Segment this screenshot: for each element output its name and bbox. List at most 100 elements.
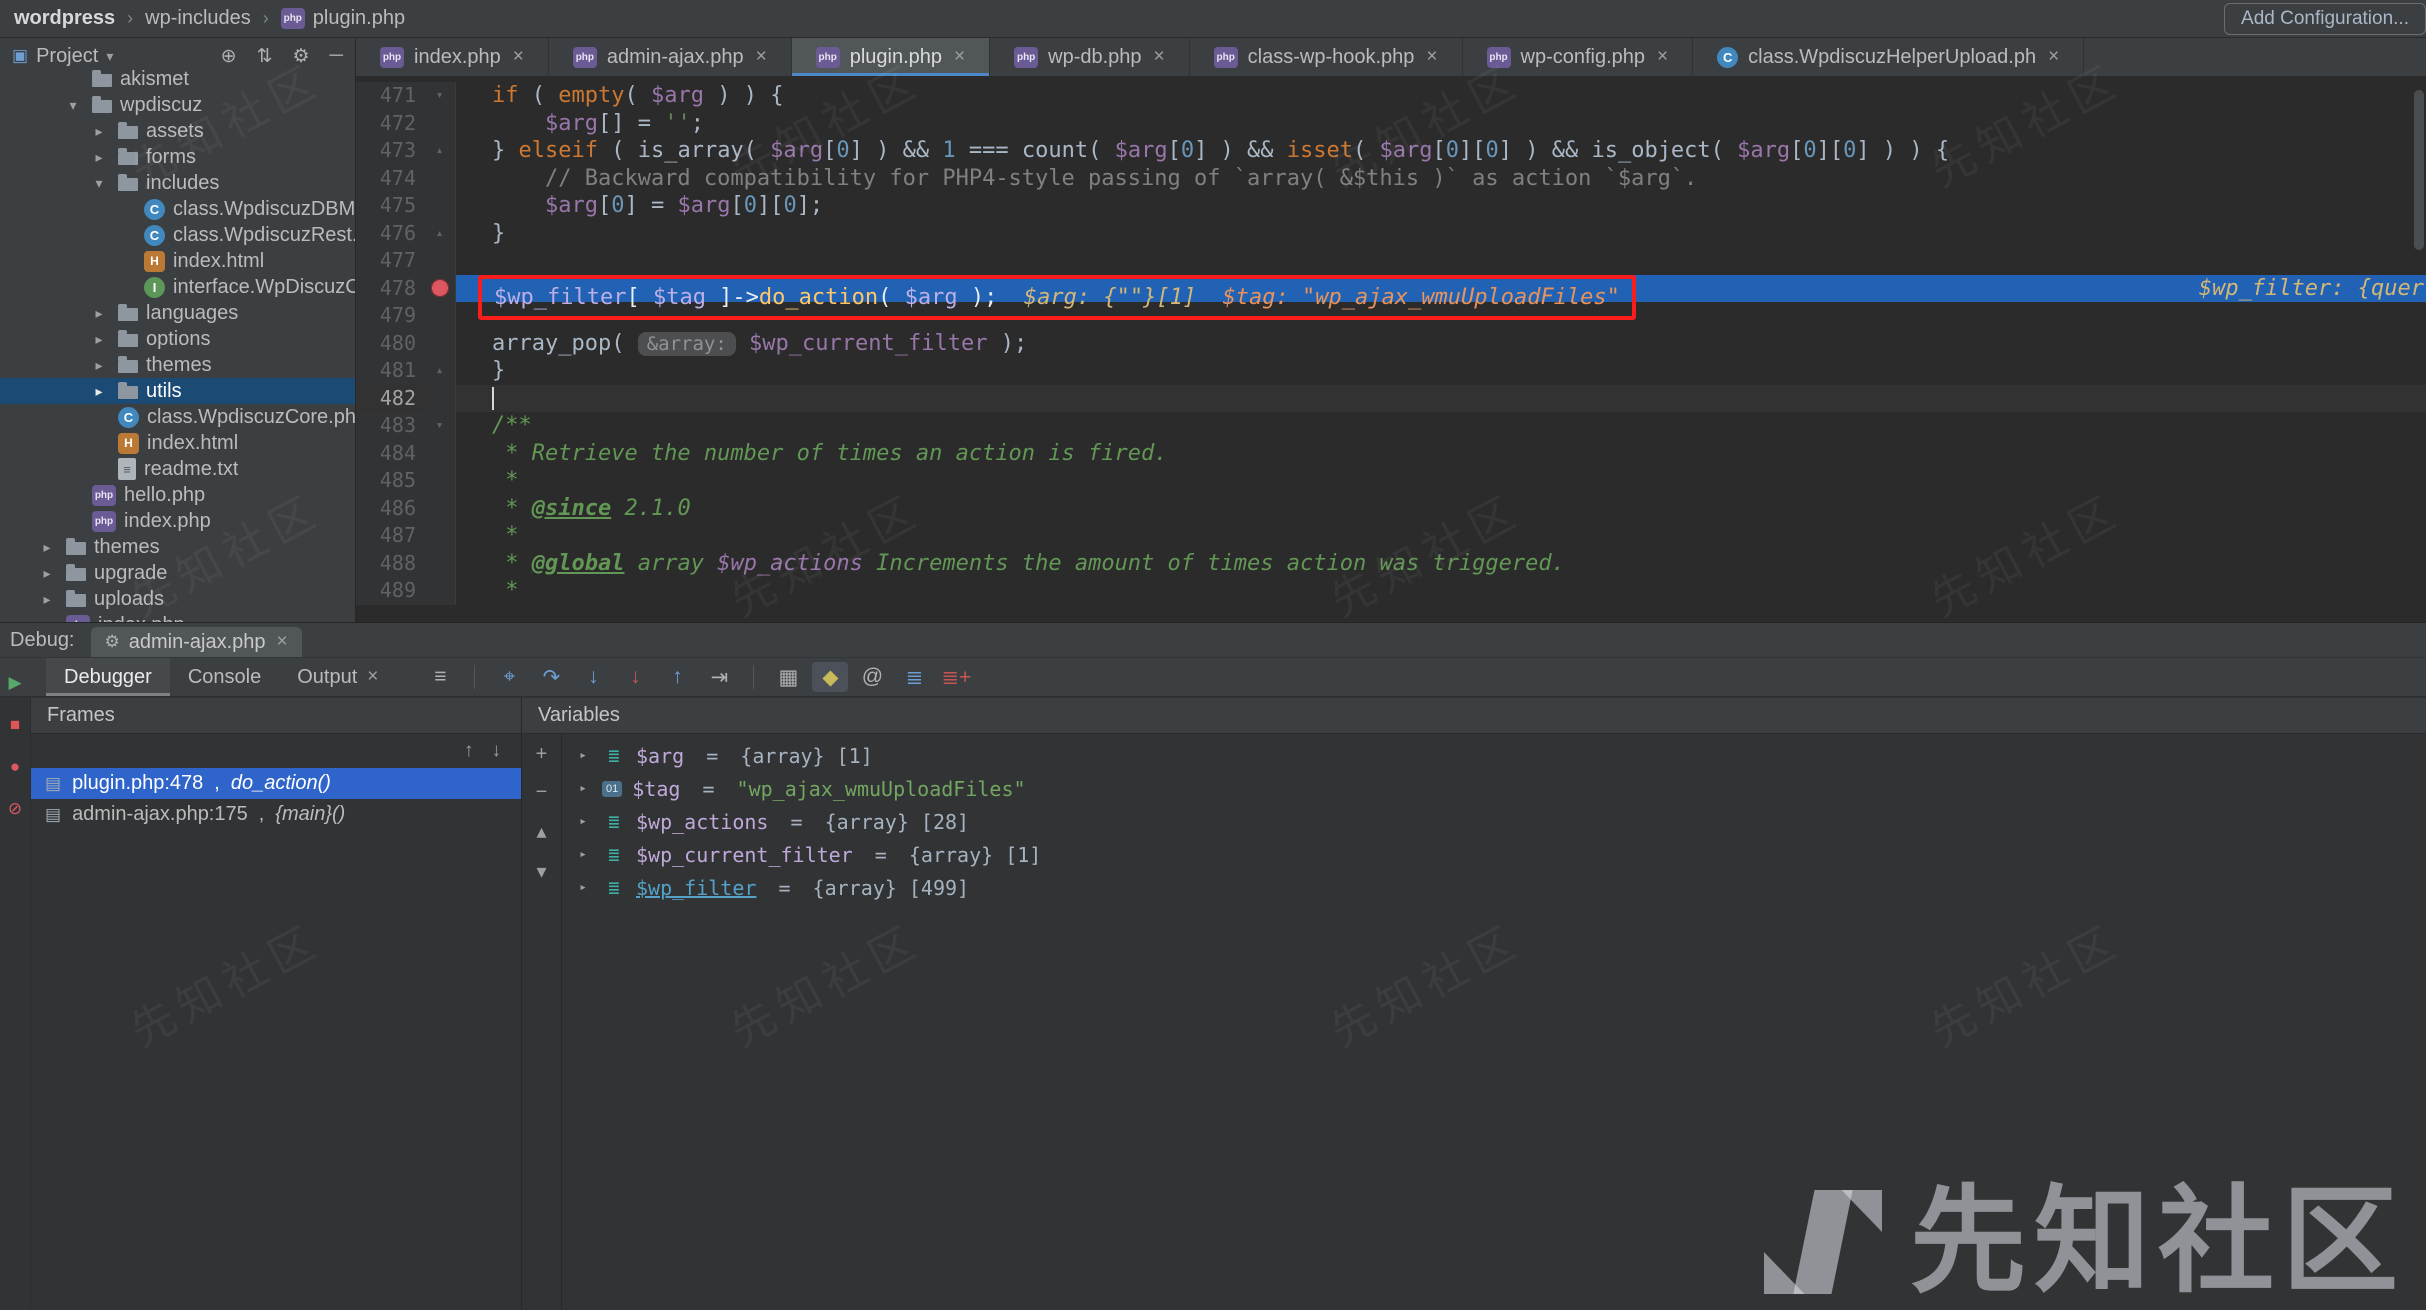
close-tab-icon[interactable]: ×: [1154, 46, 1165, 68]
close-session-icon[interactable]: ×: [277, 631, 288, 653]
code-line-485[interactable]: 485 *: [356, 467, 2426, 495]
scrollbar-thumb[interactable]: [2414, 90, 2424, 250]
variable-row-wp-actions[interactable]: ▸≣$wp_actions = {array} [28]: [562, 805, 2426, 838]
tree-expand-arrow-icon[interactable]: ▸: [88, 331, 110, 348]
variable-row-arg[interactable]: ▸≣$arg = {array} [1]: [562, 739, 2426, 772]
fold-marker-icon[interactable]: [424, 522, 456, 550]
add-watch-icon[interactable]: +: [536, 743, 548, 766]
scroll-down-icon[interactable]: ▾: [536, 859, 546, 884]
line-number[interactable]: 482: [356, 385, 424, 413]
close-tab-icon[interactable]: ×: [513, 46, 524, 68]
tree-item-utils[interactable]: ▸utils: [0, 378, 355, 404]
fold-marker-icon[interactable]: [424, 110, 456, 138]
collapse-all-icon[interactable]: ⇅: [257, 45, 273, 68]
close-tab-icon[interactable]: ×: [1657, 46, 1668, 68]
debug-session-tab[interactable]: ⚙ admin-ajax.php ×: [91, 627, 302, 657]
tree-item-themes[interactable]: ▸themes: [0, 352, 355, 378]
down-the-stack-icon[interactable]: ↓: [492, 740, 502, 762]
remove-watch-icon[interactable]: −: [536, 781, 548, 804]
fold-marker-icon[interactable]: [424, 440, 456, 468]
show-execution-point-icon[interactable]: ⌖: [491, 662, 527, 692]
tree-item-assets[interactable]: ▸assets: [0, 118, 355, 144]
add-to-watches-icon[interactable]: ≣+: [938, 662, 974, 692]
debug-tab-debugger[interactable]: Debugger: [46, 658, 170, 696]
fold-marker-icon[interactable]: [424, 495, 456, 523]
settings-gear-icon[interactable]: ⚙: [292, 45, 309, 68]
debug-tab-console[interactable]: Console: [170, 658, 279, 696]
show-values-inline-icon[interactable]: ≣: [896, 662, 932, 692]
fold-marker-icon[interactable]: ▴: [424, 220, 456, 248]
code-line-484[interactable]: 484 * Retrieve the number of times an ac…: [356, 440, 2426, 468]
close-tab-icon[interactable]: ×: [2048, 46, 2059, 68]
tree-item-index-html[interactable]: Hindex.html: [0, 248, 355, 274]
line-number[interactable]: 480: [356, 330, 424, 358]
force-step-into-icon[interactable]: ↓: [617, 662, 653, 692]
up-the-stack-icon[interactable]: ↑: [464, 740, 474, 762]
breakpoint-gutter[interactable]: [424, 275, 456, 303]
editor-tab-admin-ajax-php[interactable]: phpadmin-ajax.php×: [549, 38, 792, 76]
code-line-482[interactable]: 482: [356, 385, 2426, 413]
tree-item-options[interactable]: ▸options: [0, 326, 355, 352]
mute-breakpoints-icon[interactable]: ◆: [812, 662, 848, 692]
fold-marker-icon[interactable]: ▾: [424, 82, 456, 110]
fold-marker-icon[interactable]: [424, 577, 456, 605]
editor-tab-class-wpdiscuzhelperupload-ph[interactable]: Cclass.WpdiscuzHelperUpload.ph×: [1693, 38, 2084, 76]
tree-item-class-wpdiscuzdbmanag[interactable]: Cclass.WpdiscuzDBManag: [0, 196, 355, 222]
tree-expand-arrow-icon[interactable]: ▸: [88, 383, 110, 400]
code-editor[interactable]: 471▾if ( empty( $arg ) ) {472 $arg[] = '…: [356, 76, 2426, 622]
line-number[interactable]: 485: [356, 467, 424, 495]
close-tab-icon[interactable]: ×: [1426, 46, 1437, 68]
debug-tab-output[interactable]: Output×: [279, 658, 396, 696]
breadcrumb-item-plugin-php[interactable]: phpplugin.php: [281, 7, 405, 30]
tree-expand-arrow-icon[interactable]: ▸: [36, 539, 58, 556]
tree-expand-arrow-icon[interactable]: ▸: [88, 305, 110, 322]
code-line-486[interactable]: 486 * @since 2.1.0: [356, 495, 2426, 523]
step-into-icon[interactable]: ↓: [575, 662, 611, 692]
tree-collapse-arrow-icon[interactable]: ▾: [62, 97, 84, 114]
line-number[interactable]: 479: [356, 302, 424, 330]
resume-program-button[interactable]: ▶: [8, 673, 21, 693]
fold-marker-icon[interactable]: [424, 385, 456, 413]
expand-arrow-icon[interactable]: ▸: [574, 847, 592, 862]
hide-panel-icon[interactable]: ─: [330, 45, 343, 68]
tree-item-index-php[interactable]: phpindex.php: [0, 612, 355, 622]
tree-item-index-php[interactable]: phpindex.php: [0, 508, 355, 534]
code-line-472[interactable]: 472 $arg[] = '';: [356, 110, 2426, 138]
variable-row-wp-current-filter[interactable]: ▸≣$wp_current_filter = {array} [1]: [562, 838, 2426, 871]
stop-button[interactable]: ■: [10, 715, 20, 735]
code-line-471[interactable]: 471▾if ( empty( $arg ) ) {: [356, 82, 2426, 110]
tree-item-forms[interactable]: ▸forms: [0, 144, 355, 170]
line-number[interactable]: 471: [356, 82, 424, 110]
fold-marker-icon[interactable]: [424, 330, 456, 358]
fold-marker-icon[interactable]: [424, 192, 456, 220]
scroll-up-icon[interactable]: ▴: [536, 819, 546, 844]
line-number[interactable]: 474: [356, 165, 424, 193]
fold-marker-icon[interactable]: [424, 467, 456, 495]
close-tab-icon[interactable]: ×: [367, 666, 378, 688]
tree-expand-arrow-icon[interactable]: ▸: [88, 123, 110, 140]
tree-item-hello-php[interactable]: phphello.php: [0, 482, 355, 508]
tree-collapse-arrow-icon[interactable]: ▾: [88, 175, 110, 192]
line-number[interactable]: 488: [356, 550, 424, 578]
step-over-icon[interactable]: ↷: [533, 662, 569, 692]
fold-marker-icon[interactable]: [424, 550, 456, 578]
line-number[interactable]: 478: [356, 275, 424, 303]
step-out-icon[interactable]: ↑: [659, 662, 695, 692]
line-number[interactable]: 483: [356, 412, 424, 440]
editor-tab-class-wp-hook-php[interactable]: phpclass-wp-hook.php×: [1190, 38, 1463, 76]
tree-item-interface-wpdiscuzconst[interactable]: Iinterface.WpDiscuzConst: [0, 274, 355, 300]
expand-arrow-icon[interactable]: ▸: [574, 814, 592, 829]
stack-frame-plugin-php-478[interactable]: ▤plugin.php:478, do_action(): [31, 768, 521, 799]
tree-expand-arrow-icon[interactable]: ▸: [36, 591, 58, 608]
project-panel-title[interactable]: Project: [36, 45, 98, 68]
editor-tab-wp-db-php[interactable]: phpwp-db.php×: [990, 38, 1190, 76]
fold-marker-icon[interactable]: [424, 165, 456, 193]
view-breakpoints-icon[interactable]: ▦: [770, 662, 806, 692]
code-line-481[interactable]: 481▴}: [356, 357, 2426, 385]
line-number[interactable]: 477: [356, 247, 424, 275]
close-tab-icon[interactable]: ×: [756, 46, 767, 68]
line-number[interactable]: 475: [356, 192, 424, 220]
code-line-480[interactable]: 480array_pop( &array: $wp_current_filter…: [356, 330, 2426, 358]
run-to-cursor-icon[interactable]: ⇥: [701, 662, 737, 692]
expand-arrow-icon[interactable]: ▸: [574, 748, 592, 763]
